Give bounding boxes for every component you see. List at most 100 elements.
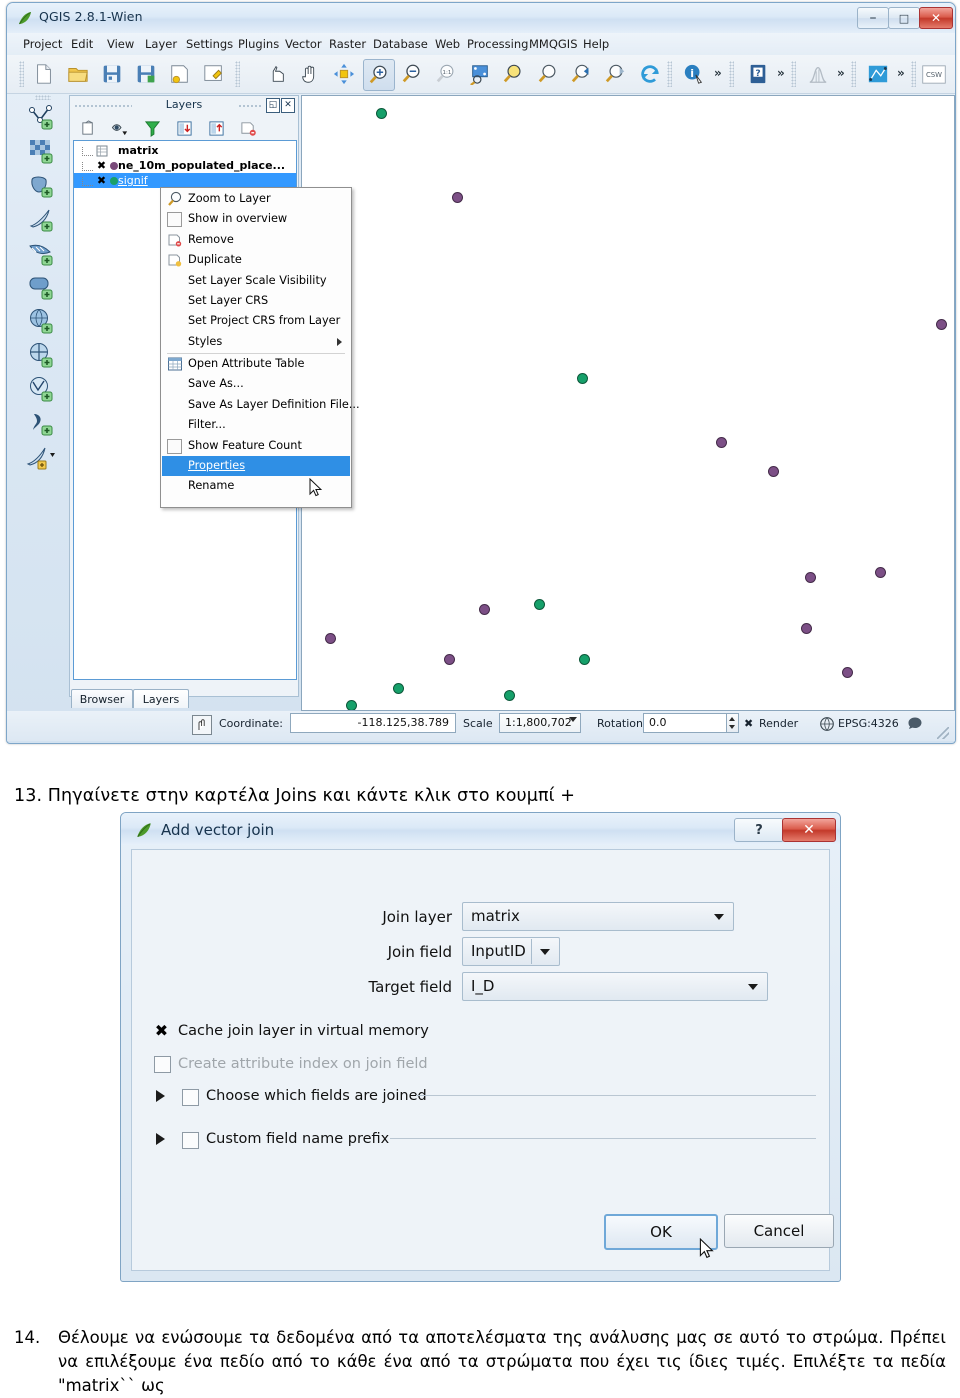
join-field-combo[interactable]: InputID: [462, 937, 560, 966]
chevron-down-icon[interactable]: [569, 717, 577, 722]
context-menu-item-set-layer-scale-visibility[interactable]: Set Layer Scale Visibility: [162, 271, 350, 291]
metasearch-csw-icon[interactable]: CSW: [920, 59, 948, 89]
menu-edit[interactable]: Edit: [67, 36, 97, 52]
toolbar-grip[interactable]: [791, 61, 796, 87]
coordinate-input[interactable]: -118.125,38.789: [290, 713, 456, 733]
scale-combo[interactable]: 1:1,800,702: [499, 713, 581, 733]
histogram-icon[interactable]: [803, 59, 833, 89]
maximize-button[interactable]: □: [888, 7, 920, 29]
map-point-purple[interactable]: [479, 604, 490, 615]
map-point-green[interactable]: [579, 654, 590, 665]
context-menu-item-show-in-overview[interactable]: Show in overview: [162, 209, 350, 229]
map-point-green[interactable]: [504, 690, 515, 701]
map-point-green[interactable]: [393, 683, 404, 694]
cancel-button[interactable]: Cancel: [724, 1214, 834, 1248]
menu-bar[interactable]: Project Edit View Layer Settings Plugins…: [7, 33, 955, 55]
expand-arrow-icon[interactable]: [156, 1133, 165, 1145]
map-point-purple[interactable]: [875, 567, 886, 578]
custom-prefix-checkbox[interactable]: [182, 1132, 199, 1149]
menu-vector[interactable]: Vector: [281, 36, 326, 52]
toolbar-grip[interactable]: [729, 61, 734, 87]
composer-manager-icon[interactable]: [199, 59, 229, 89]
open-project-icon[interactable]: [63, 59, 93, 89]
add-spatialite-layer-icon[interactable]: [23, 203, 59, 235]
new-print-composer-icon[interactable]: [165, 59, 195, 89]
toolbar-grip[interactable]: [851, 61, 856, 87]
map-point-green[interactable]: [376, 108, 387, 119]
menu-processing[interactable]: Processing: [463, 36, 532, 52]
target-field-combo[interactable]: I_D: [462, 972, 768, 1001]
layer-row-matrix[interactable]: matrix: [74, 143, 296, 158]
toolbar-overflow-3[interactable]: »: [837, 66, 845, 80]
menu-raster[interactable]: Raster: [325, 36, 370, 52]
zoom-full-icon[interactable]: [465, 59, 495, 89]
toolbar-grip[interactable]: [911, 61, 916, 87]
add-delimited-text-layer-icon[interactable]: [23, 407, 59, 439]
layer-visibility-checkbox[interactable]: ✖: [96, 160, 107, 171]
context-menu-item-show-feature-count[interactable]: Show Feature Count: [162, 436, 350, 456]
checkbox-icon[interactable]: [167, 212, 182, 228]
map-point-purple[interactable]: [452, 192, 463, 203]
refresh-icon[interactable]: [635, 59, 665, 89]
pan-to-selection-icon[interactable]: [329, 59, 359, 89]
chevron-down-icon[interactable]: [706, 904, 732, 929]
add-oracle-layer-icon[interactable]: [23, 271, 59, 303]
layers-panel-toolbar[interactable]: [70, 114, 298, 140]
map-point-purple[interactable]: [805, 572, 816, 583]
collapse-all-icon[interactable]: [204, 117, 228, 139]
save-project-as-icon[interactable]: [131, 59, 161, 89]
menu-web[interactable]: Web: [431, 36, 464, 52]
menu-help[interactable]: Help: [579, 36, 613, 52]
tab-layers[interactable]: Layers: [133, 689, 189, 708]
add-vector-layer-icon[interactable]: [23, 101, 59, 133]
add-mssql-layer-icon[interactable]: [23, 237, 59, 269]
menu-settings[interactable]: Settings: [182, 36, 237, 52]
layer-row-signif[interactable]: ✖ signif: [74, 173, 296, 188]
zoom-last-icon[interactable]: [567, 59, 597, 89]
add-postgis-layer-icon[interactable]: [23, 169, 59, 201]
data-source-toolbar[interactable]: [21, 95, 63, 743]
map-point-green[interactable]: [577, 373, 588, 384]
map-point-purple[interactable]: [801, 623, 812, 634]
menu-mmqgis[interactable]: MMQGIS: [525, 36, 582, 52]
zoom-in-icon[interactable]: [363, 59, 395, 91]
add-raster-layer-icon[interactable]: [23, 135, 59, 167]
pan-map-icon[interactable]: [295, 59, 325, 89]
new-project-icon[interactable]: [29, 59, 59, 89]
context-menu-item-duplicate[interactable]: Duplicate: [162, 250, 350, 270]
zoom-out-icon[interactable]: [397, 59, 427, 89]
map-point-purple[interactable]: [325, 633, 336, 644]
add-wfs-layer-icon[interactable]: [23, 373, 59, 405]
context-menu-item-open-attribute-table[interactable]: Open Attribute Table: [162, 354, 350, 374]
chevron-down-icon[interactable]: [740, 974, 766, 999]
render-checkbox[interactable]: ✖: [744, 717, 753, 730]
minimize-button[interactable]: –: [857, 7, 889, 29]
dialog-help-button[interactable]: ?: [734, 818, 784, 842]
zoom-to-selection-icon[interactable]: [499, 59, 529, 89]
main-toolbar[interactable]: 1:1 i » ? » » » CSW: [7, 55, 955, 94]
toolbar-overflow-4[interactable]: »: [897, 66, 905, 80]
checkbox-icon[interactable]: [167, 438, 182, 454]
map-point-green[interactable]: [346, 700, 357, 710]
zoom-native-icon[interactable]: 1:1: [431, 59, 461, 89]
map-canvas[interactable]: [301, 95, 955, 711]
save-project-icon[interactable]: [97, 59, 127, 89]
map-point-purple[interactable]: [768, 466, 779, 477]
menu-plugins[interactable]: Plugins: [234, 36, 283, 52]
context-menu-item-save-as-layer-definition-file[interactable]: Save As Layer Definition File...: [162, 395, 360, 415]
toolbar-grip[interactable]: [19, 61, 24, 87]
touch-zoom-icon[interactable]: [261, 59, 291, 89]
map-point-purple[interactable]: [716, 437, 727, 448]
toolbar-grip[interactable]: [667, 61, 672, 87]
map-point-purple[interactable]: [842, 667, 853, 678]
context-menu-item-set-project-crs-from-layer[interactable]: Set Project CRS from Layer: [162, 311, 350, 331]
crs-label[interactable]: EPSG:4326: [838, 717, 899, 730]
menu-layer[interactable]: Layer: [141, 36, 181, 52]
toolbar-grip[interactable]: [35, 95, 51, 100]
map-point-purple[interactable]: [444, 654, 455, 665]
coordinate-capture-icon[interactable]: [192, 715, 212, 735]
close-panel-button[interactable]: ✕: [281, 98, 295, 113]
expand-arrow-icon[interactable]: [156, 1090, 165, 1102]
context-menu-item-styles[interactable]: Styles: [162, 332, 350, 352]
new-spatialite-layer-icon[interactable]: [23, 441, 59, 473]
